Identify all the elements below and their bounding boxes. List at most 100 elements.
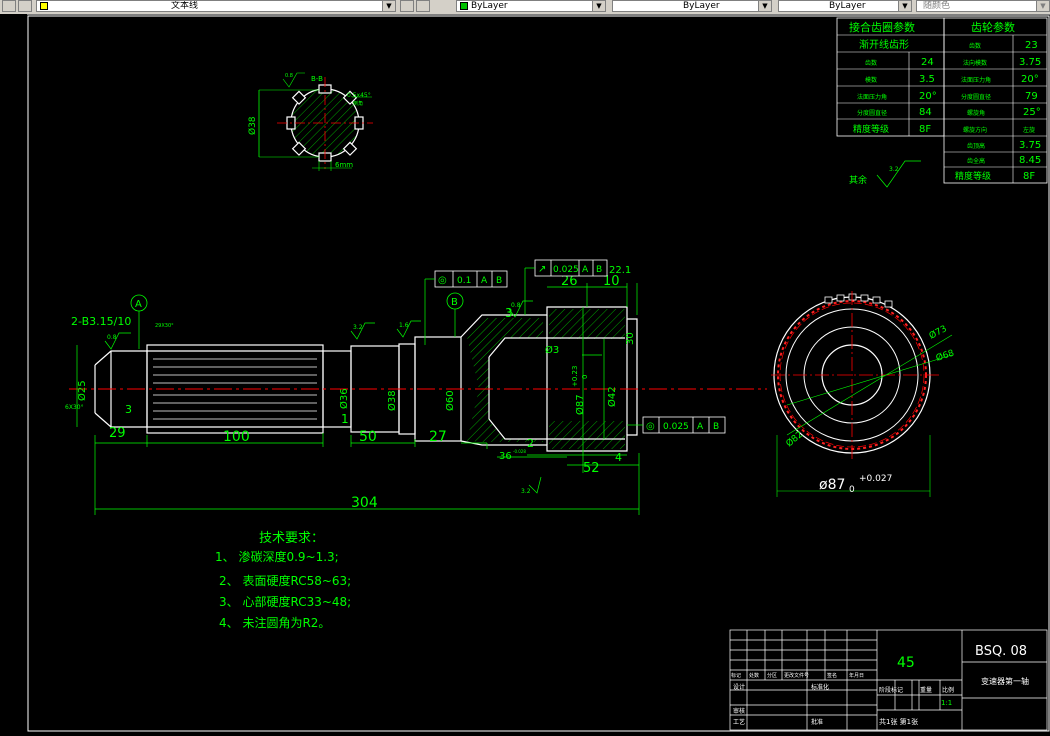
- chevron-down-icon: ▼: [898, 1, 911, 11]
- gear-row-label: 精度等级: [955, 170, 991, 182]
- drawing-svg: Ø38 B-B 0.8 0.5x45° 倒角 6mm 29 100 50 1 2…: [27, 15, 1050, 732]
- gear-row-label: 齿全高: [967, 157, 985, 165]
- chevron-down-icon: ▼: [592, 1, 605, 11]
- gear-table-title: 齿轮参数: [971, 20, 1015, 34]
- part-name: 变速器第一轴: [981, 676, 1029, 686]
- remaining-rough-label: 其余: [849, 174, 867, 186]
- fcf1-symbol: ◎: [438, 275, 447, 286]
- mesh-table-title: 接合齿圈参数: [849, 20, 915, 34]
- mesh-table-subtitle: 渐开线齿形: [859, 38, 909, 51]
- section-label: B-B: [311, 75, 323, 83]
- layer-select[interactable]: 文本线 ▼: [36, 0, 396, 12]
- header-signature: 签名: [827, 672, 837, 679]
- tol-87-low: 0: [581, 375, 589, 379]
- gear-row-label: 齿数: [969, 42, 981, 50]
- gear-row-value: 79: [1025, 91, 1038, 102]
- linetype-value: ByLayer: [683, 1, 720, 11]
- fcf3-datum2: B: [713, 422, 719, 432]
- stage-label: 阶段标记: [879, 686, 903, 694]
- dim-36: 36: [499, 451, 512, 462]
- tech-title: 技术要求：: [259, 531, 324, 546]
- end-view: Ø73 Ø68 Ø82 ø87 +0.027 0: [771, 291, 956, 497]
- mesh-row-label: 模数: [865, 76, 877, 84]
- dim-22: 22.1: [609, 265, 631, 276]
- color-select[interactable]: ByLayer ▼: [456, 0, 606, 12]
- fcf1-value: 0.1: [457, 276, 471, 286]
- standard-label: 标准化: [811, 683, 829, 691]
- gear-row-value: 8F: [1023, 171, 1035, 182]
- fcf2-datum1: A: [582, 265, 589, 275]
- chamfer-left-note: 6X30°: [65, 404, 84, 411]
- dim-100: 100: [223, 429, 250, 445]
- layer-color-icon: [40, 2, 48, 10]
- dim-3: 3: [125, 403, 132, 416]
- mesh-row-value: 8F: [919, 124, 931, 135]
- layer-state-icon[interactable]: [18, 0, 32, 12]
- gear-row-value: 3.75: [1019, 57, 1041, 68]
- header-date: 年月日: [849, 672, 864, 679]
- sheets-label: 共1张 第1张: [879, 717, 918, 726]
- spline-note: 29X30°: [155, 323, 174, 329]
- mesh-row-value: 3.5: [919, 74, 935, 85]
- section-width: 6mm: [335, 161, 353, 169]
- scale-label: 比例: [942, 686, 954, 694]
- layer-value: 文本线: [171, 1, 199, 11]
- fcf3-datum1: A: [697, 422, 704, 432]
- datum-b-marker: B: [446, 292, 464, 337]
- make-current-icon[interactable]: [400, 0, 414, 12]
- mesh-row-label: 精度等级: [853, 123, 889, 135]
- layer-previous-icon[interactable]: [416, 0, 430, 12]
- mesh-row-value: 84: [919, 107, 932, 118]
- fcf2-datum2: B: [596, 265, 602, 275]
- dim-27: 27: [429, 429, 447, 445]
- dim-36-tol: -0.028: [513, 449, 526, 454]
- mesh-row-label: 齿数: [865, 59, 877, 67]
- dim-50: 50: [359, 429, 377, 445]
- dim-4: 4: [615, 451, 622, 464]
- gear-row-value: 25°: [1023, 107, 1041, 118]
- datum-a-marker: A: [130, 294, 148, 349]
- dia-left: Ø25: [76, 380, 88, 401]
- material: 45: [897, 655, 915, 671]
- section-dia-label: Ø38: [247, 116, 258, 135]
- dia-38: Ø38: [386, 390, 398, 411]
- layer-manager-icon[interactable]: [2, 0, 16, 12]
- roughness-cut: 3.2: [521, 488, 531, 495]
- chevron-down-icon: ▼: [758, 1, 771, 11]
- sheet-border: [27, 15, 1050, 732]
- header-change-doc: 更改文件号: [784, 672, 809, 679]
- lineweight-select[interactable]: ByLayer ▼: [778, 0, 912, 12]
- linetype-select[interactable]: ByLayer ▼: [612, 0, 772, 12]
- end-bottom-tol-up: +0.027: [859, 474, 892, 484]
- fcf3-symbol: ◎: [646, 421, 655, 432]
- fcf1-datum1: A: [481, 276, 488, 286]
- gear-row-label: 螺旋角: [967, 109, 985, 117]
- dia-87: Ø87: [574, 394, 586, 415]
- plotstyle-select[interactable]: 随颜色 ▼: [916, 0, 1050, 12]
- scale-value: 1:1: [941, 699, 952, 707]
- end-bottom-tol-low: 0: [849, 485, 855, 495]
- left-panel: [0, 14, 27, 732]
- drawing-canvas[interactable]: Ø38 B-B 0.8 0.5x45° 倒角 6mm 29 100 50 1 2…: [27, 15, 1050, 732]
- dia-36: Ø36: [338, 388, 350, 409]
- fcf3-value: 0.025: [663, 422, 689, 432]
- end-bottom-dim: ø87: [819, 477, 845, 493]
- mesh-row-label: 分度圆直径: [857, 109, 887, 117]
- end-dia-68: Ø68: [935, 348, 956, 364]
- section-roughness: 0.8: [285, 73, 293, 79]
- dim-52: 52: [583, 461, 600, 476]
- drawing-number: BSQ. 08: [975, 644, 1027, 659]
- dim-1: 1: [341, 412, 349, 426]
- remaining-rough-value: 3.2: [889, 166, 899, 173]
- section-chamfer-note: 倒角: [353, 100, 363, 107]
- header-zone: 分区: [767, 672, 777, 679]
- gear-row-value: 3.75: [1019, 140, 1041, 151]
- gear-row-value: 左旋: [1023, 126, 1035, 134]
- weight-label: 重量: [920, 686, 932, 694]
- fcf2-symbol: ↗: [538, 264, 546, 275]
- gear-row-label: 法向模数: [963, 59, 987, 67]
- section-view-bb: Ø38 B-B 0.8 0.5x45° 倒角 6mm: [247, 72, 373, 171]
- check-label: 审核: [733, 707, 745, 715]
- gear-parameter-table: 齿轮参数 齿数 23 法向模数 3.75 法面压力角 20° 分度圆直径 79 …: [943, 17, 1048, 184]
- dim-2: 2: [527, 437, 534, 450]
